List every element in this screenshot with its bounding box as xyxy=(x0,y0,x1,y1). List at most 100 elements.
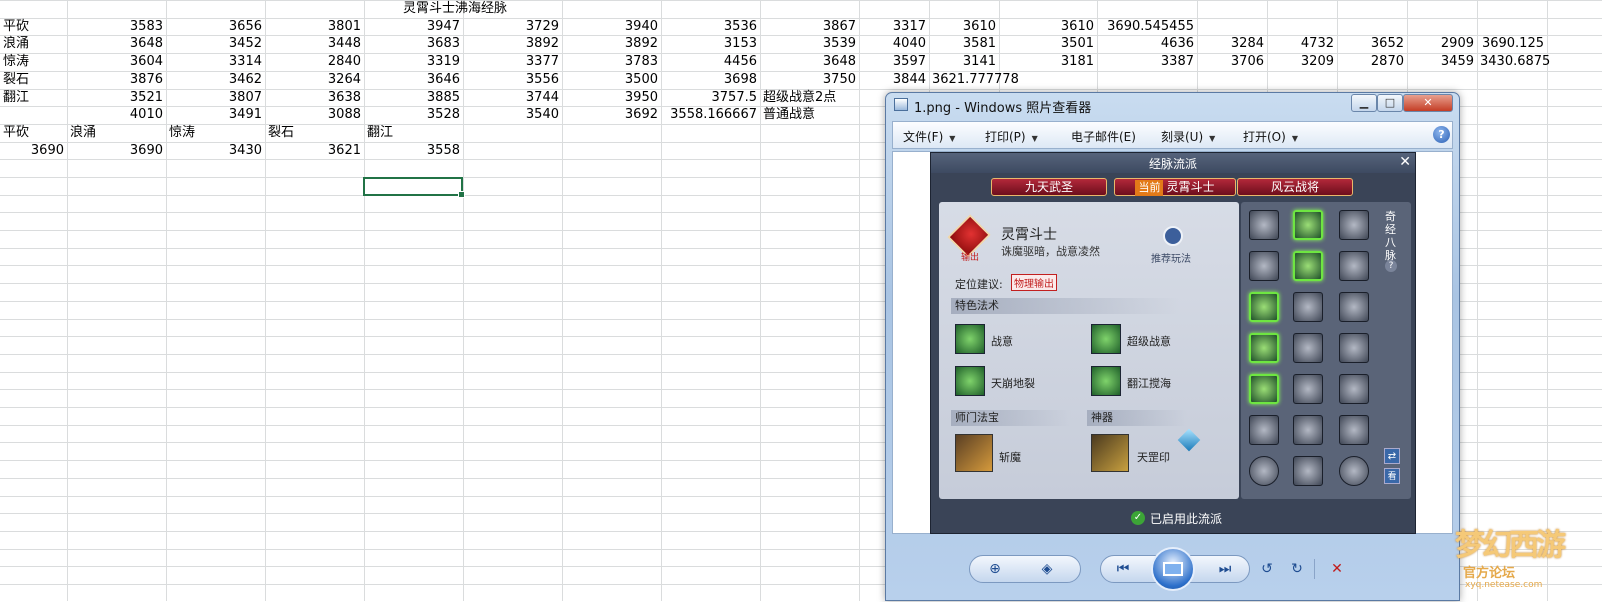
data-cell[interactable]: 2840 xyxy=(265,53,364,70)
data-cell[interactable]: 3264 xyxy=(265,71,364,88)
data-cell[interactable]: 3540 xyxy=(463,106,562,123)
data-cell[interactable]: 3706 xyxy=(1197,53,1267,70)
data-cell[interactable]: 3683 xyxy=(364,35,463,52)
previous-icon[interactable]: ⏮ xyxy=(1112,559,1134,579)
data-cell[interactable]: 3528 xyxy=(364,106,463,123)
maximize-button[interactable]: □ xyxy=(1377,94,1403,112)
title-bar[interactable]: 1.png - Windows 照片查看器 ▁ □ ✕ xyxy=(886,93,1459,117)
summary-label[interactable]: 惊涛 xyxy=(166,124,265,141)
data-cell[interactable]: 3610 xyxy=(929,18,999,35)
summary-value[interactable]: 3690 xyxy=(0,142,67,159)
data-cell[interactable]: 3491 xyxy=(166,106,265,123)
menu-item[interactable]: 打开(O) ▼ xyxy=(1243,128,1298,145)
image-viewport[interactable]: 经脉流派 ✕ 九天武圣 当前 灵霄斗士 风云战将 输出 灵霄斗士 诛魔驱暗，战意凌… xyxy=(892,151,1453,534)
data-cell[interactable]: 3648 xyxy=(67,35,166,52)
delete-icon[interactable]: ✕ xyxy=(1326,559,1348,579)
data-cell[interactable]: 3556 xyxy=(463,71,562,88)
data-cell[interactable]: 3284 xyxy=(1197,35,1267,52)
data-cell[interactable]: 3656 xyxy=(166,18,265,35)
menu-item[interactable]: 打印(P) ▼ xyxy=(985,128,1038,145)
summary-label[interactable]: 裂石 xyxy=(265,124,364,141)
data-cell[interactable]: 3692 xyxy=(562,106,661,123)
data-cell[interactable]: 3153 xyxy=(661,35,760,52)
note-cell[interactable]: 普通战意 xyxy=(760,106,880,123)
summary-value[interactable]: 3621 xyxy=(265,142,364,159)
summary-value[interactable]: 3430 xyxy=(166,142,265,159)
data-cell[interactable]: 2870 xyxy=(1337,53,1407,70)
summary-value[interactable]: 3558 xyxy=(364,142,463,159)
data-cell[interactable]: 4456 xyxy=(661,53,760,70)
data-cell[interactable]: 3867 xyxy=(760,18,859,35)
data-cell[interactable]: 3892 xyxy=(463,35,562,52)
row-label[interactable]: 惊涛 xyxy=(0,53,67,70)
close-button[interactable]: ✕ xyxy=(1403,94,1453,112)
data-cell[interactable]: 3950 xyxy=(562,89,661,106)
data-cell[interactable]: 3621.777778 xyxy=(929,71,1019,88)
data-cell[interactable]: 3521 xyxy=(67,89,166,106)
data-cell[interactable]: 3387 xyxy=(1097,53,1197,70)
data-cell[interactable]: 3597 xyxy=(859,53,929,70)
data-cell[interactable]: 3377 xyxy=(463,53,562,70)
summary-label[interactable]: 平砍 xyxy=(0,124,67,141)
data-cell[interactable]: 2909 xyxy=(1407,35,1477,52)
data-cell[interactable]: 3141 xyxy=(929,53,999,70)
data-cell[interactable]: 4040 xyxy=(859,35,929,52)
data-cell[interactable]: 3698 xyxy=(661,71,760,88)
row-label[interactable]: 浪涌 xyxy=(0,35,67,52)
data-cell[interactable]: 3876 xyxy=(67,71,166,88)
data-cell[interactable]: 3448 xyxy=(265,35,364,52)
menu-item[interactable]: 文件(F) ▼ xyxy=(903,128,955,145)
actual-size-icon[interactable]: ◈ xyxy=(1036,559,1058,579)
zoom-icon[interactable]: ⊕ xyxy=(984,559,1006,579)
menu-item[interactable]: 刻录(U) ▼ xyxy=(1161,128,1215,145)
help-icon[interactable]: ? xyxy=(1433,126,1450,143)
data-cell[interactable]: 3807 xyxy=(166,89,265,106)
data-cell[interactable]: 3604 xyxy=(67,53,166,70)
rotate-cw-icon[interactable]: ↻ xyxy=(1286,559,1308,579)
data-cell[interactable]: 3646 xyxy=(364,71,463,88)
data-cell[interactable]: 3638 xyxy=(265,89,364,106)
data-cell[interactable]: 3581 xyxy=(929,35,999,52)
data-cell[interactable]: 4636 xyxy=(1097,35,1197,52)
data-cell[interactable]: 3844 xyxy=(859,71,929,88)
data-cell[interactable]: 3317 xyxy=(859,18,929,35)
row-label[interactable]: 裂石 xyxy=(0,71,67,88)
data-cell[interactable]: 3885 xyxy=(364,89,463,106)
data-cell[interactable]: 3729 xyxy=(463,18,562,35)
slideshow-button[interactable] xyxy=(1151,547,1195,591)
data-cell[interactable]: 3430.6875 xyxy=(1477,53,1550,70)
data-cell[interactable]: 3181 xyxy=(999,53,1097,70)
rotate-ccw-icon[interactable]: ↺ xyxy=(1256,559,1278,579)
data-cell[interactable]: 3209 xyxy=(1267,53,1337,70)
data-cell[interactable]: 3500 xyxy=(562,71,661,88)
next-icon[interactable]: ⏭ xyxy=(1214,559,1236,579)
data-cell[interactable]: 3610 xyxy=(999,18,1097,35)
data-cell[interactable]: 3539 xyxy=(760,35,859,52)
row-label[interactable]: 翻江 xyxy=(0,89,67,106)
summary-label[interactable]: 翻江 xyxy=(364,124,463,141)
data-cell[interactable]: 3088 xyxy=(265,106,364,123)
data-cell[interactable]: 3648 xyxy=(760,53,859,70)
note-cell[interactable]: 超级战意2点 xyxy=(760,89,880,106)
data-cell[interactable]: 3583 xyxy=(67,18,166,35)
data-cell[interactable]: 3690.545455 xyxy=(1097,18,1197,35)
data-cell[interactable]: 3314 xyxy=(166,53,265,70)
data-cell[interactable]: 3783 xyxy=(562,53,661,70)
data-cell[interactable]: 4010 xyxy=(67,106,166,123)
data-cell[interactable]: 3462 xyxy=(166,71,265,88)
menu-item[interactable]: 电子邮件(E) xyxy=(1071,128,1136,145)
data-cell[interactable]: 3744 xyxy=(463,89,562,106)
data-cell[interactable]: 3652 xyxy=(1337,35,1407,52)
selected-cell[interactable] xyxy=(363,177,465,198)
data-cell[interactable]: 3319 xyxy=(364,53,463,70)
data-cell[interactable]: 3947 xyxy=(364,18,463,35)
data-cell[interactable]: 3459 xyxy=(1407,53,1477,70)
summary-label[interactable]: 浪涌 xyxy=(67,124,166,141)
minimize-button[interactable]: ▁ xyxy=(1351,94,1377,112)
data-cell[interactable]: 3750 xyxy=(760,71,859,88)
summary-value[interactable]: 3690 xyxy=(67,142,166,159)
sheet-header-title[interactable]: 灵霄斗士沸海经脉 xyxy=(400,0,600,17)
data-cell[interactable]: 3801 xyxy=(265,18,364,35)
data-cell[interactable]: 3558.166667 xyxy=(661,106,760,123)
photo-viewer-window[interactable]: 1.png - Windows 照片查看器 ▁ □ ✕ ? 文件(F) ▼ 打印(P… xyxy=(885,92,1460,601)
